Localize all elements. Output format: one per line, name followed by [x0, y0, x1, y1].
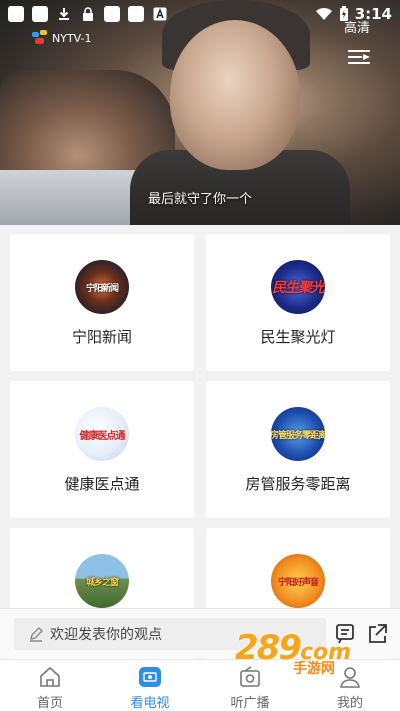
- program-thumbnail: 宁阳新闻: [75, 260, 129, 314]
- program-card[interactable]: 宁阳新闻 宁阳新闻: [10, 234, 194, 371]
- radio-icon: [240, 666, 260, 687]
- notification-icon: [8, 6, 24, 22]
- program-thumbnail: 宁阳好声音: [271, 554, 325, 608]
- a-icon: [152, 6, 168, 22]
- home-icon: [40, 666, 60, 687]
- nav-label: 我的: [336, 696, 363, 711]
- program-label: 房管服务零距离: [245, 475, 351, 493]
- program-thumbnail: 民生聚光: [271, 260, 325, 314]
- comments-icon[interactable]: [335, 623, 357, 645]
- nav-tv[interactable]: 看电视: [100, 660, 200, 711]
- user-icon: [340, 667, 360, 688]
- program-card[interactable]: 健康医点通 健康医点通: [10, 381, 194, 518]
- nav-mine[interactable]: 我的: [300, 660, 400, 711]
- comment-bar: 欢迎发表你的观点: [0, 608, 400, 658]
- program-label: 健康医点通: [64, 475, 140, 493]
- bottom-nav: 首页 看电视 听广播 我的: [0, 659, 400, 711]
- nav-label: 听广播: [230, 696, 270, 711]
- nav-home[interactable]: 首页: [0, 660, 100, 711]
- program-thumbnail: 健康医点通: [75, 407, 129, 461]
- video-frame-face: [170, 20, 300, 170]
- notification-icon: [104, 6, 120, 22]
- tv-icon: [139, 667, 161, 687]
- notification-icon: [32, 6, 48, 22]
- pencil-icon: [30, 627, 43, 642]
- notification-icon: [128, 6, 144, 22]
- comment-placeholder: 欢迎发表你的观点: [50, 627, 162, 643]
- wifi-icon: [315, 7, 332, 20]
- nav-radio[interactable]: 听广播: [200, 660, 300, 711]
- program-thumbnail: 城乡之窗: [75, 554, 129, 608]
- status-bar: 3:14: [0, 0, 400, 28]
- nav-label: 看电视: [130, 696, 170, 711]
- channel-logo-icon: [32, 30, 48, 46]
- lock-icon: [80, 6, 96, 22]
- program-card[interactable]: 民生聚光 民生聚光灯: [206, 234, 390, 371]
- program-grid: 宁阳新闻 宁阳新闻 民生聚光 民生聚光灯 健康医点通 健康医点通 房管服务零距离…: [10, 234, 390, 665]
- quality-selector[interactable]: 高清: [344, 17, 370, 36]
- nav-label: 首页: [36, 696, 63, 711]
- channel-logo: NYTV-1: [32, 30, 92, 46]
- channel-name: NYTV-1: [52, 31, 92, 45]
- video-player[interactable]: 3:14 NYTV-1 高清 最后就守了你一个: [0, 0, 400, 225]
- program-card[interactable]: 房管服务零距离 房管服务零距离: [206, 381, 390, 518]
- download-icon: [56, 6, 72, 22]
- share-icon[interactable]: [366, 623, 388, 645]
- program-label: 宁阳新闻: [71, 328, 132, 346]
- playlist-icon[interactable]: [348, 48, 370, 66]
- program-label: 民生聚光灯: [260, 328, 336, 346]
- program-thumbnail: 房管服务零距离: [271, 407, 325, 461]
- comment-input[interactable]: 欢迎发表你的观点: [14, 618, 326, 650]
- video-subtitle: 最后就守了你一个: [147, 192, 252, 207]
